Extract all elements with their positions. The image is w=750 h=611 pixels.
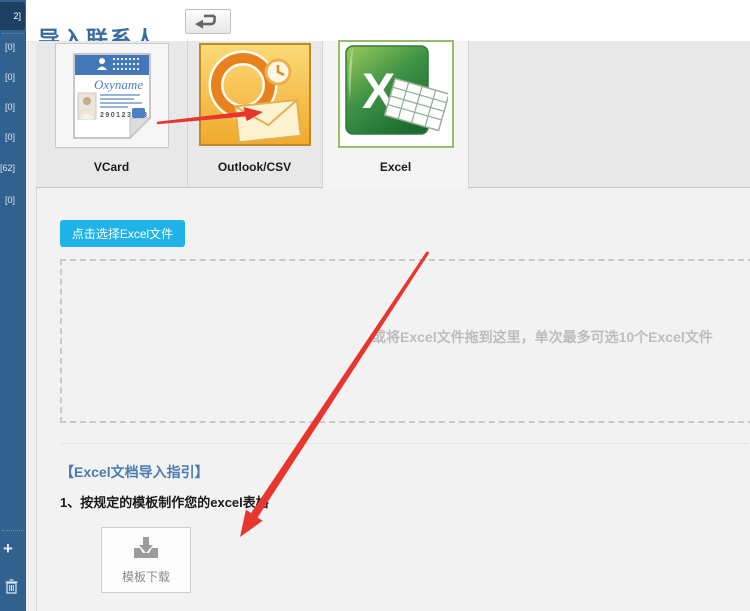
sidebar-divider: [2, 530, 24, 531]
guide-step-1: 1、按规定的模板制作您的excel表格: [60, 492, 269, 511]
sidebar-item-selected[interactable]: 2]: [0, 2, 25, 30]
sidebar-item[interactable]: [0]: [0, 102, 15, 112]
back-button[interactable]: [185, 9, 231, 34]
import-type-tabs: Oxyname 290123123 VCard: [36, 41, 750, 188]
tab-outlook[interactable]: Outlook/CSV: [187, 41, 322, 187]
guide-title: 【Excel文档导入指引】: [60, 462, 209, 482]
sidebar-item[interactable]: [0]: [0, 132, 15, 142]
template-download-button[interactable]: 模板下载: [101, 527, 191, 593]
return-arrow-icon: [190, 9, 226, 34]
file-dropzone[interactable]: 或将Excel文件拖到这里，单次最多可选10个Excel文件: [60, 259, 750, 423]
tab-label-excel: Excel: [323, 160, 468, 174]
sidebar-item[interactable]: [0]: [0, 42, 15, 52]
svg-text:Oxyname: Oxyname: [94, 77, 143, 92]
excel-import-panel: 点击选择Excel文件 或将Excel文件拖到这里，单次最多可选10个Excel…: [36, 188, 750, 611]
sidebar: 2] [0] [0] [0] [0] [62] [0] +: [0, 0, 26, 611]
sidebar-divider: [2, 33, 24, 34]
import-contacts-screen: 2] [0] [0] [0] [0] [62] [0] + 导入联系人: [0, 0, 750, 611]
tab-excel[interactable]: X Excel: [322, 41, 469, 189]
excel-iconbox: X: [338, 40, 454, 148]
trash-icon[interactable]: [5, 579, 18, 599]
outlook-iconbox: [199, 43, 311, 146]
select-excel-file-button[interactable]: 点击选择Excel文件: [60, 220, 185, 247]
tab-label-vcard: VCard: [36, 160, 187, 174]
sidebar-item[interactable]: [62]: [0, 163, 15, 173]
tab-vcard[interactable]: Oxyname 290123123 VCard: [36, 41, 188, 187]
sidebar-item[interactable]: [0]: [0, 72, 15, 82]
section-divider: [60, 443, 750, 444]
add-group-button plus-icon[interactable]: +: [3, 540, 13, 557]
page-header: 导入联系人: [26, 0, 750, 42]
excel-icon: X: [340, 129, 448, 146]
download-tray-icon: [132, 536, 160, 563]
vcard-icon: Oxyname 290123123: [56, 134, 168, 151]
sidebar-item[interactable]: [0]: [0, 195, 15, 205]
template-download-label: 模板下载: [122, 568, 170, 585]
tab-label-outlook-csv: Outlook/CSV: [187, 160, 322, 174]
vcard-iconbox: Oxyname 290123123: [55, 43, 169, 148]
dropzone-hint: 或将Excel文件拖到这里，单次最多可选10个Excel文件: [372, 327, 713, 347]
outlook-icon: [199, 133, 311, 150]
